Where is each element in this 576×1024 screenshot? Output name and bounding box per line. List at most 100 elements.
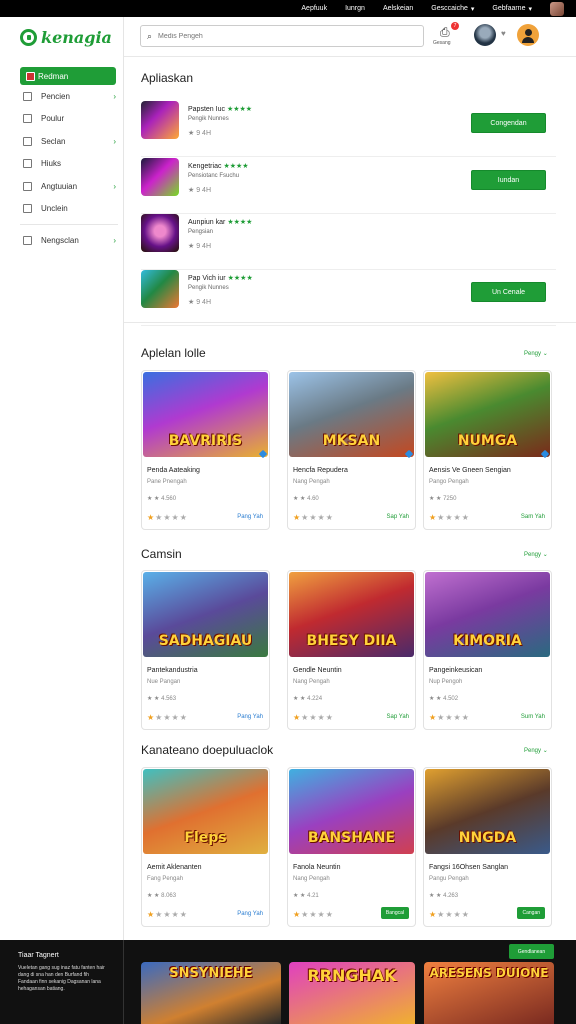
top-link-3[interactable]: Aelskeian: [383, 5, 413, 12]
profile-avatar[interactable]: [517, 24, 539, 46]
sidebar: kenagia Redman Pencien › Poulur Seclan ›…: [0, 17, 124, 940]
top-dropdown-1[interactable]: Gesccaiche ▾: [431, 5, 474, 13]
box-icon: [23, 235, 32, 245]
app-name: Pap Vich iur ★★★★: [188, 274, 253, 282]
top-dropdown-2-label: Gebfaarne: [492, 5, 526, 12]
sidebar-item-4[interactable]: Seclan ›: [0, 130, 124, 153]
card-rating: ★★★★★: [429, 713, 470, 722]
app-meta: ★ 9 4H: [188, 187, 212, 194]
card-title: Fangsi 16Ohsen Sanglan: [429, 864, 508, 871]
footer-art-title: ARESENS DUIONE: [429, 966, 549, 980]
sidebar-item-7[interactable]: Unclein: [0, 198, 124, 221]
footer-button[interactable]: Gendlanean: [509, 944, 554, 959]
footer-game-art[interactable]: RRNGHAK: [289, 962, 415, 1024]
top-dropdown-1-label: Gesccaiche: [431, 5, 468, 12]
card-link[interactable]: Pang Yah: [237, 911, 263, 917]
notification-label: Gesang: [433, 40, 451, 46]
top-link-1[interactable]: Aepfuuk: [301, 5, 327, 12]
app-action-button[interactable]: Iundan: [471, 170, 546, 190]
app-action-button[interactable]: Congendan: [471, 113, 546, 133]
game-card[interactable]: BAVRIRIS Penda Aateaking Pane Pnengah ★ …: [141, 370, 270, 530]
sidebar-item-label: Poulur: [41, 114, 65, 124]
app-row[interactable]: Aunpiun kar ★★★★ Pengsian ★ 9 4H: [141, 214, 556, 270]
footer-game-art[interactable]: ARESENS DUIONE: [424, 962, 554, 1024]
card-button[interactable]: Bangcal: [380, 907, 409, 919]
list-icon: [23, 204, 32, 214]
footer-art-title: SNSYNIEHE: [169, 966, 253, 981]
game-card[interactable]: SADHAGIAU Pantekandustria Nue Pangan ★ ★…: [141, 570, 270, 730]
card-rating: ★★★★★: [147, 713, 188, 722]
card-link[interactable]: Sap Yah: [387, 714, 409, 720]
sidebar-item-label: Redman: [38, 71, 69, 81]
sidebar-item-label: Hiuks: [41, 159, 62, 169]
sidebar-item-5[interactable]: Hiuks: [0, 153, 124, 176]
app-name: Aunpiun kar ★★★★: [188, 218, 252, 226]
app-subtitle: Pensiotanc Fsuchu: [188, 173, 240, 179]
app-row[interactable]: Kengetriac ★★★★ Pensiotanc Fsuchu ★ 9 4H …: [141, 158, 556, 214]
search-bar[interactable]: ⌕: [140, 25, 424, 47]
see-more-label: Pengy: [524, 552, 542, 558]
app-thumbnail: [141, 158, 179, 196]
chevron-down-icon: ⌄: [542, 351, 548, 357]
sidebar-divider: [20, 224, 118, 225]
app-meta: ★ 9 4H: [188, 299, 212, 306]
game-card[interactable]: Fleps Aemit Aklenanten Fang Pengah ★ ★ 8…: [141, 767, 270, 927]
game-card[interactable]: KIMORIA Pangeinkeusican Nup Pengoh ★ ★ 4…: [423, 570, 552, 730]
app-row[interactable]: Pap Vich iur ★★★★ Pengik Nunnes ★ 9 4H Un…: [141, 270, 556, 326]
footer-panel: Tiaar Tagnert Vueletan gang sug inaz fat…: [0, 940, 124, 1024]
footer-text: Vueletan gang sug inaz fatu fanten hair …: [18, 965, 105, 992]
sidebar-item-8[interactable]: Nengsclan ›: [0, 229, 124, 252]
card-meta: ★ ★ 8.063: [147, 893, 177, 899]
sidebar-item-3[interactable]: Poulur: [0, 108, 124, 131]
card-link[interactable]: Sam Yah: [521, 514, 545, 520]
game-art-title: NNGDA: [458, 830, 517, 846]
card-rating: ★★★★★: [429, 513, 470, 522]
game-art: BANSHANE: [289, 769, 414, 854]
see-more-link[interactable]: Pengy ⌄: [524, 747, 548, 754]
brand-logo[interactable]: kenagia: [20, 27, 112, 47]
chevron-right-icon: ›: [113, 235, 116, 245]
search-input[interactable]: [158, 32, 399, 40]
footer-game-art[interactable]: SNSYNIEHE: [141, 962, 281, 1024]
see-more-link[interactable]: Pengy ⌄: [524, 551, 548, 558]
top-bar: Aepfuuk Iunrgn Aelskeian Gesccaiche ▾ Geb…: [0, 0, 576, 17]
user-avatar[interactable]: [474, 24, 496, 46]
game-card[interactable]: MKSAN Hencfa Repudera Nang Pengah ★ ★ 4.…: [287, 370, 416, 530]
app-row[interactable]: Papsten Iuc ★★★★ Pengik Nunnes ★ 9 4H Con…: [141, 101, 556, 157]
top-dropdown-2[interactable]: Gebfaarne ▾: [492, 5, 532, 13]
game-card[interactable]: NUMGA Aensis Ve Gneen Sengian Pango Peng…: [423, 370, 552, 530]
see-more-link[interactable]: Pengy ⌄: [524, 350, 548, 357]
card-link[interactable]: Sum Yah: [521, 714, 545, 720]
download-icon[interactable]: ⎙: [440, 25, 450, 40]
footer: Tiaar Tagnert Vueletan gang sug inaz fat…: [0, 940, 576, 1024]
card-link[interactable]: Pang Yah: [237, 714, 263, 720]
card-button[interactable]: Cangan: [517, 907, 545, 919]
logo-icon: [20, 28, 37, 46]
game-art-title: KIMORIA: [453, 633, 522, 649]
game-art: Fleps: [143, 769, 268, 854]
chevron-down-icon: ▾: [528, 5, 532, 13]
app-action-button[interactable]: Un Cenale: [471, 282, 546, 302]
card-link[interactable]: Sap Yah: [387, 514, 409, 520]
game-art: MKSAN: [289, 372, 414, 457]
sidebar-item-6[interactable]: Angtuuian ›: [0, 175, 124, 198]
sidebar-item-label: Seclan: [41, 136, 66, 146]
chevron-down-icon: ⌄: [542, 748, 548, 754]
game-card[interactable]: BANSHANE Fanola Neuntin Nang Pengah ★ ★ …: [287, 767, 416, 927]
game-art: BHESY DIIA: [289, 572, 414, 657]
sidebar-item-label: Nengsclan: [41, 235, 79, 245]
heart-icon[interactable]: ♥: [501, 29, 506, 38]
top-avatar[interactable]: [550, 1, 564, 16]
header-divider: [124, 56, 576, 57]
game-art-title: NUMGA: [457, 433, 518, 449]
sidebar-item-2[interactable]: Pencien ›: [0, 85, 124, 108]
game-art-title: BAVRIRIS: [168, 433, 243, 449]
card-link[interactable]: Pang Yah: [237, 514, 263, 520]
sidebar-item-home[interactable]: Redman: [20, 67, 116, 85]
app-thumbnail: [141, 214, 179, 252]
game-card[interactable]: BHESY DIIA Gendle Neuntin Nang Pengah ★ …: [287, 570, 416, 730]
search-icon: ⌕: [147, 30, 153, 41]
game-card[interactable]: NNGDA Fangsi 16Ohsen Sanglan Pangu Penga…: [423, 767, 552, 927]
card-title: Aemit Aklenanten: [147, 864, 202, 871]
top-link-2[interactable]: Iunrgn: [345, 5, 365, 12]
